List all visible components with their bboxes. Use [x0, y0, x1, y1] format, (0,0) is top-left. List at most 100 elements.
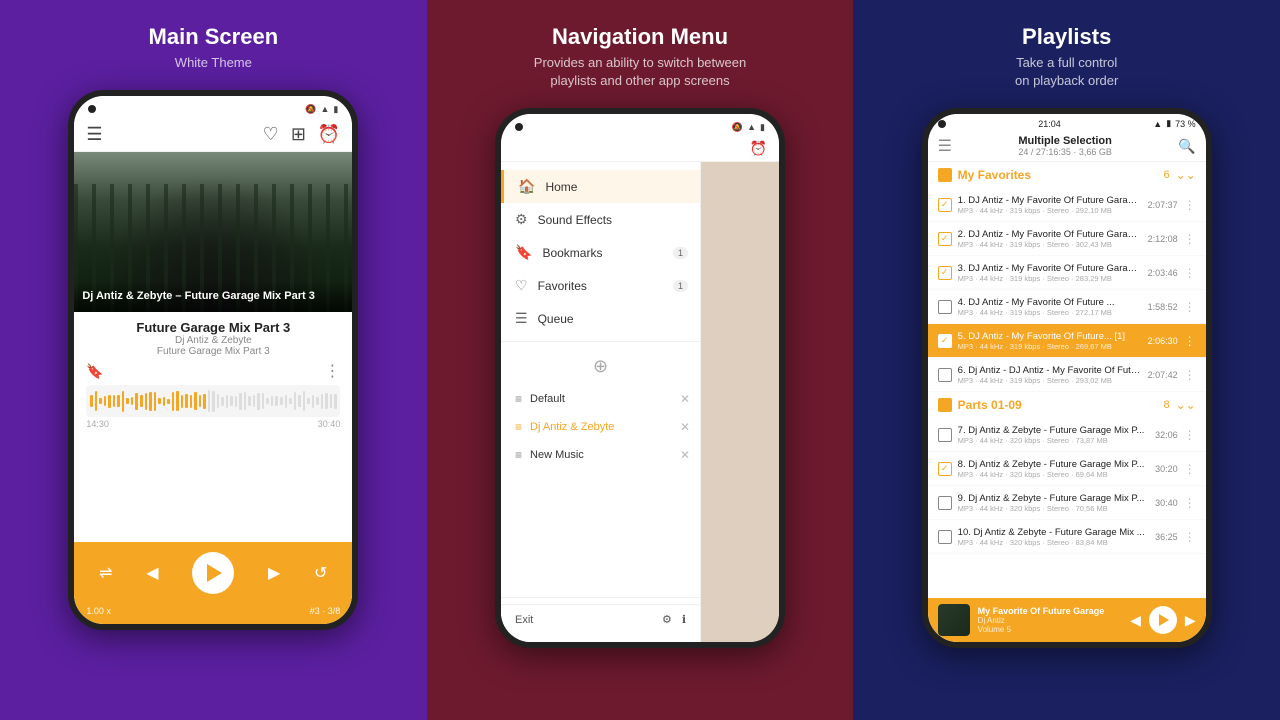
alarm-button[interactable]: ⏰ [318, 124, 340, 145]
track-3-checkbox[interactable] [938, 266, 952, 280]
track-1-dots[interactable]: ⋮ [1184, 198, 1196, 212]
next-button[interactable]: ▶ [268, 563, 280, 583]
playlist-item-new-music[interactable]: ≡ New Music ✕ [501, 441, 700, 469]
waveform-bar-23 [194, 392, 197, 410]
track-row-8[interactable]: 8. Dj Antiz & Zebyte - Future Garage Mix… [928, 452, 1206, 486]
waveform-bar-3 [104, 396, 107, 406]
track-7-checkbox[interactable] [938, 428, 952, 442]
nav-item-sound-effects[interactable]: ⚙ Sound Effects [501, 203, 700, 236]
equalizer-button[interactable]: ⊞ [291, 124, 306, 145]
track-7-duration: 32:06 [1155, 430, 1178, 440]
battery-icon-2: ▮ [760, 122, 765, 133]
track-8-dots[interactable]: ⋮ [1184, 462, 1196, 476]
more-options-button[interactable]: ⋮ [324, 361, 340, 381]
section-parts[interactable]: Parts 01-09 8 ⌄⌄ [928, 392, 1206, 418]
track-row-9[interactable]: 9. Dj Antiz & Zebyte - Future Garage Mix… [928, 486, 1206, 520]
screen-main: ☰ ♡ ⊞ ⏰ Dj Antiz & Zebyte – Future Garag… [74, 118, 352, 624]
waveform[interactable] [86, 385, 340, 417]
bookmark-button[interactable]: 🔖 [86, 363, 103, 380]
track-8-meta: MP3 · 44 kHz · 320 kbps · Stereo · 69,64… [958, 470, 1149, 479]
track-row-7[interactable]: 7. Dj Antiz & Zebyte - Future Garage Mix… [928, 418, 1206, 452]
track-4-dots[interactable]: ⋮ [1184, 300, 1196, 314]
nav-item-queue[interactable]: ☰ Queue [501, 302, 700, 335]
track-9-dots[interactable]: ⋮ [1184, 496, 1196, 510]
repeat-button[interactable]: ↺ [314, 563, 327, 583]
settings-icon[interactable]: ⚙ [662, 613, 672, 626]
track-row-4[interactable]: 4. DJ Antiz - My Favorite Of Future ... … [928, 290, 1206, 324]
footer-play-button[interactable] [1149, 606, 1177, 634]
track-1-meta: MP3 · 44 kHz · 319 kbps · Stereo · 292,1… [958, 206, 1142, 215]
waveform-bar-44 [289, 398, 292, 404]
playlist-item-default[interactable]: ≡ Default ✕ [501, 385, 700, 413]
menu-button-3[interactable]: ☰ [938, 136, 952, 156]
track-6-dots[interactable]: ⋮ [1184, 368, 1196, 382]
section-name-parts: Parts 01-09 [958, 398, 1164, 412]
track-4-checkbox[interactable] [938, 300, 952, 314]
nav-item-home[interactable]: 🏠 Home [501, 170, 700, 203]
play-button[interactable] [192, 552, 234, 594]
drawer-content-preview [701, 162, 779, 642]
prev-button[interactable]: ◀ [146, 563, 158, 583]
waveform-bar-8 [126, 398, 129, 404]
footer-prev-button[interactable]: ◀ [1130, 612, 1141, 629]
waveform-bar-1 [95, 391, 98, 411]
track-5-title: 5. DJ Antiz - My Favorite Of Future... [… [958, 331, 1142, 342]
track-8-checkbox[interactable] [938, 462, 952, 476]
favorites-button[interactable]: ♡ [263, 124, 279, 145]
favorites-icon: ♡ [515, 277, 528, 294]
track-row-10[interactable]: 10. Dj Antiz & Zebyte - Future Garage Mi… [928, 520, 1206, 554]
playlists-topbar: ☰ Multiple Selection 24 / 27:16:35 · 3,6… [928, 131, 1206, 162]
home-icon: 🏠 [518, 178, 535, 195]
track-row-3[interactable]: 3. DJ Antiz - My Favorite Of Future Gara… [928, 256, 1206, 290]
waveform-bar-26 [208, 390, 211, 411]
playlist-active-close[interactable]: ✕ [680, 420, 690, 434]
track-2-dots[interactable]: ⋮ [1184, 232, 1196, 246]
section-my-favorites[interactable]: My Favorites 6 ⌄⌄ [928, 162, 1206, 188]
main-topbar: ☰ ♡ ⊞ ⏰ [74, 118, 352, 152]
track-row-2[interactable]: 2. DJ Antiz - My Favorite Of Future Gara… [928, 222, 1206, 256]
track-7-dots[interactable]: ⋮ [1184, 428, 1196, 442]
add-playlist-button[interactable]: ⊕ [501, 348, 700, 385]
player-footer: My Favorite Of Future Garage Dj Antiz Vo… [928, 598, 1206, 642]
nav-item-bookmarks[interactable]: 🔖 Bookmarks 1 [501, 236, 700, 269]
track-row-5[interactable]: 5. DJ Antiz - My Favorite Of Future... [… [928, 324, 1206, 358]
sound-effects-icon: ⚙ [515, 211, 528, 228]
track-5-dots[interactable]: ⋮ [1184, 334, 1196, 348]
playlist-item-dj-antiz[interactable]: ≡ Dj Antiz & Zebyte ✕ [501, 413, 700, 441]
track-1-checkbox[interactable] [938, 198, 952, 212]
track-row-6[interactable]: 6. Dj Antiz - DJ Antiz - My Favorite Of … [928, 358, 1206, 392]
playlist-new-close[interactable]: ✕ [680, 448, 690, 462]
alarm-icon-2[interactable]: ⏰ [750, 140, 767, 157]
track-3-info: 3. DJ Antiz - My Favorite Of Future Gara… [958, 263, 1142, 283]
search-button-3[interactable]: 🔍 [1178, 138, 1195, 155]
track-5-checkbox[interactable] [938, 334, 952, 348]
track-10-dots[interactable]: ⋮ [1184, 530, 1196, 544]
playlist-default-close[interactable]: ✕ [680, 392, 690, 406]
shuffle-button[interactable]: ⇌ [99, 563, 112, 583]
queue-icon: ☰ [515, 310, 528, 327]
nav-item-favorites[interactable]: ♡ Favorites 1 [501, 269, 700, 302]
track-8-info: 8. Dj Antiz & Zebyte - Future Garage Mix… [958, 459, 1149, 479]
waveform-bar-35 [248, 396, 251, 405]
track-row-1[interactable]: 1. DJ Antiz - My Favorite Of Future Gara… [928, 188, 1206, 222]
section-chevron-favorites: ⌄⌄ [1176, 168, 1196, 182]
track-2-meta: MP3 · 44 kHz · 319 kbps · Stereo · 302,4… [958, 240, 1142, 249]
volume-icon-2: 🔕 [732, 122, 743, 133]
info-icon[interactable]: ℹ [682, 613, 686, 626]
track-6-checkbox[interactable] [938, 368, 952, 382]
section-count-favorites: 6 [1163, 169, 1169, 181]
track-9-checkbox[interactable] [938, 496, 952, 510]
menu-button[interactable]: ☰ [86, 124, 102, 145]
track-10-checkbox[interactable] [938, 530, 952, 544]
nav-drawer: 🏠 Home ⚙ Sound Effects 🔖 Bookmarks 1 ♡ [501, 162, 779, 642]
track-5-info: 5. DJ Antiz - My Favorite Of Future... [… [958, 331, 1142, 351]
waveform-bar-9 [131, 397, 134, 405]
playlist-new-label: New Music [530, 449, 584, 461]
footer-track-info: My Favorite Of Future Garage Dj Antiz Vo… [978, 606, 1122, 634]
track-10-duration: 36:25 [1155, 532, 1178, 542]
exit-button[interactable]: Exit [515, 614, 533, 626]
footer-next-button[interactable]: ▶ [1185, 612, 1196, 629]
track-2-checkbox[interactable] [938, 232, 952, 246]
track-3-dots[interactable]: ⋮ [1184, 266, 1196, 280]
track-name: Future Garage Mix Part 3 [86, 320, 340, 335]
